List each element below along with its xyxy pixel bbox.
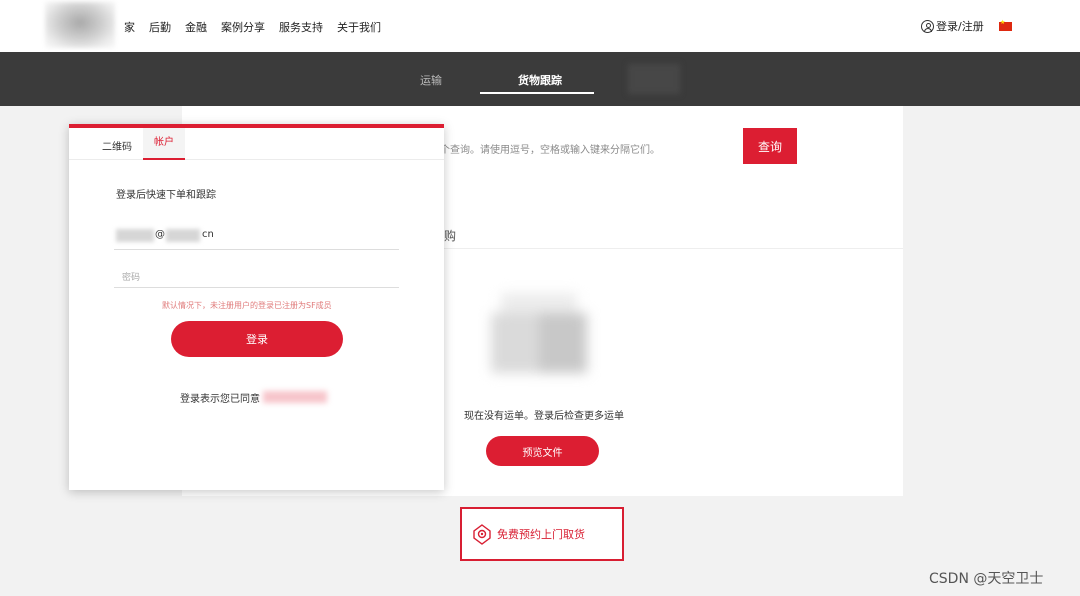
china-flag-icon[interactable] xyxy=(999,19,1012,31)
nav-item-logistics[interactable]: 后勤 xyxy=(149,19,171,35)
login-button[interactable]: 登录 xyxy=(171,321,343,357)
password-field[interactable]: 密码 xyxy=(114,262,399,288)
service-tab-bar: 运输 货物跟踪 xyxy=(0,52,1080,106)
free-pickup-link[interactable]: 免费预约上门取货 xyxy=(471,514,615,554)
main-nav: 家 后勤 金融 案例分享 服务支持 关于我们 xyxy=(124,19,381,35)
location-pin-icon xyxy=(473,524,491,545)
empty-state-text: 现在没有运单。登录后检查更多运单 xyxy=(464,411,624,422)
empty-box-image xyxy=(485,293,591,379)
email-redacted-domain xyxy=(166,229,200,242)
email-redacted-part xyxy=(116,229,154,242)
user-icon xyxy=(921,19,934,33)
login-card: 二维码 帐户 登录后快速下单和跟踪 @ cn 密码 默认情况下，未注册用户的登录… xyxy=(69,124,444,490)
email-tld: cn xyxy=(202,229,214,240)
divider xyxy=(444,248,903,249)
registration-note: 默认情况下，未注册用户的登录已注册为SF成员 xyxy=(162,301,332,310)
search-input[interactable]: 个查询。请使用逗号，空格或输入键来分隔它们。 xyxy=(440,141,660,156)
email-field[interactable]: @ cn xyxy=(114,224,399,250)
nav-item-about[interactable]: 关于我们 xyxy=(337,19,381,35)
nav-item-finance[interactable]: 金融 xyxy=(185,19,207,35)
tab-shipping[interactable]: 运输 xyxy=(420,72,442,88)
watermark: CSDN @天空卫士 xyxy=(929,571,1044,587)
tab-blurred[interactable] xyxy=(628,64,680,94)
agreement-text: 登录表示您已同意 xyxy=(180,394,260,405)
login-subtitle: 登录后快速下单和跟踪 xyxy=(116,190,216,201)
tab-tracking[interactable]: 货物跟踪 xyxy=(518,72,562,88)
pickup-label: 免费预约上门取货 xyxy=(497,528,585,541)
tab-buy-partial[interactable]: 购 xyxy=(444,227,456,244)
nav-item-home[interactable]: 家 xyxy=(124,19,135,35)
login-tabs: 二维码 帐户 xyxy=(69,128,444,160)
email-at: @ xyxy=(155,229,165,240)
agreement-link[interactable] xyxy=(263,391,327,403)
nav-item-support[interactable]: 服务支持 xyxy=(279,19,323,35)
search-button[interactable]: 查询 xyxy=(743,128,797,164)
tab-qr-code[interactable]: 二维码 xyxy=(102,138,132,153)
active-tab-indicator xyxy=(480,92,594,94)
preview-file-button[interactable]: 预览文件 xyxy=(486,436,599,466)
nav-item-cases[interactable]: 案例分享 xyxy=(221,19,265,35)
tab-account[interactable]: 帐户 xyxy=(143,128,185,160)
login-register-label: 登录/注册 xyxy=(936,20,984,33)
top-header: 家 后勤 金融 案例分享 服务支持 关于我们 登录/注册 xyxy=(0,0,1080,52)
logo[interactable] xyxy=(45,2,115,48)
password-placeholder: 密码 xyxy=(122,273,141,283)
login-register-link[interactable]: 登录/注册 xyxy=(921,18,984,34)
